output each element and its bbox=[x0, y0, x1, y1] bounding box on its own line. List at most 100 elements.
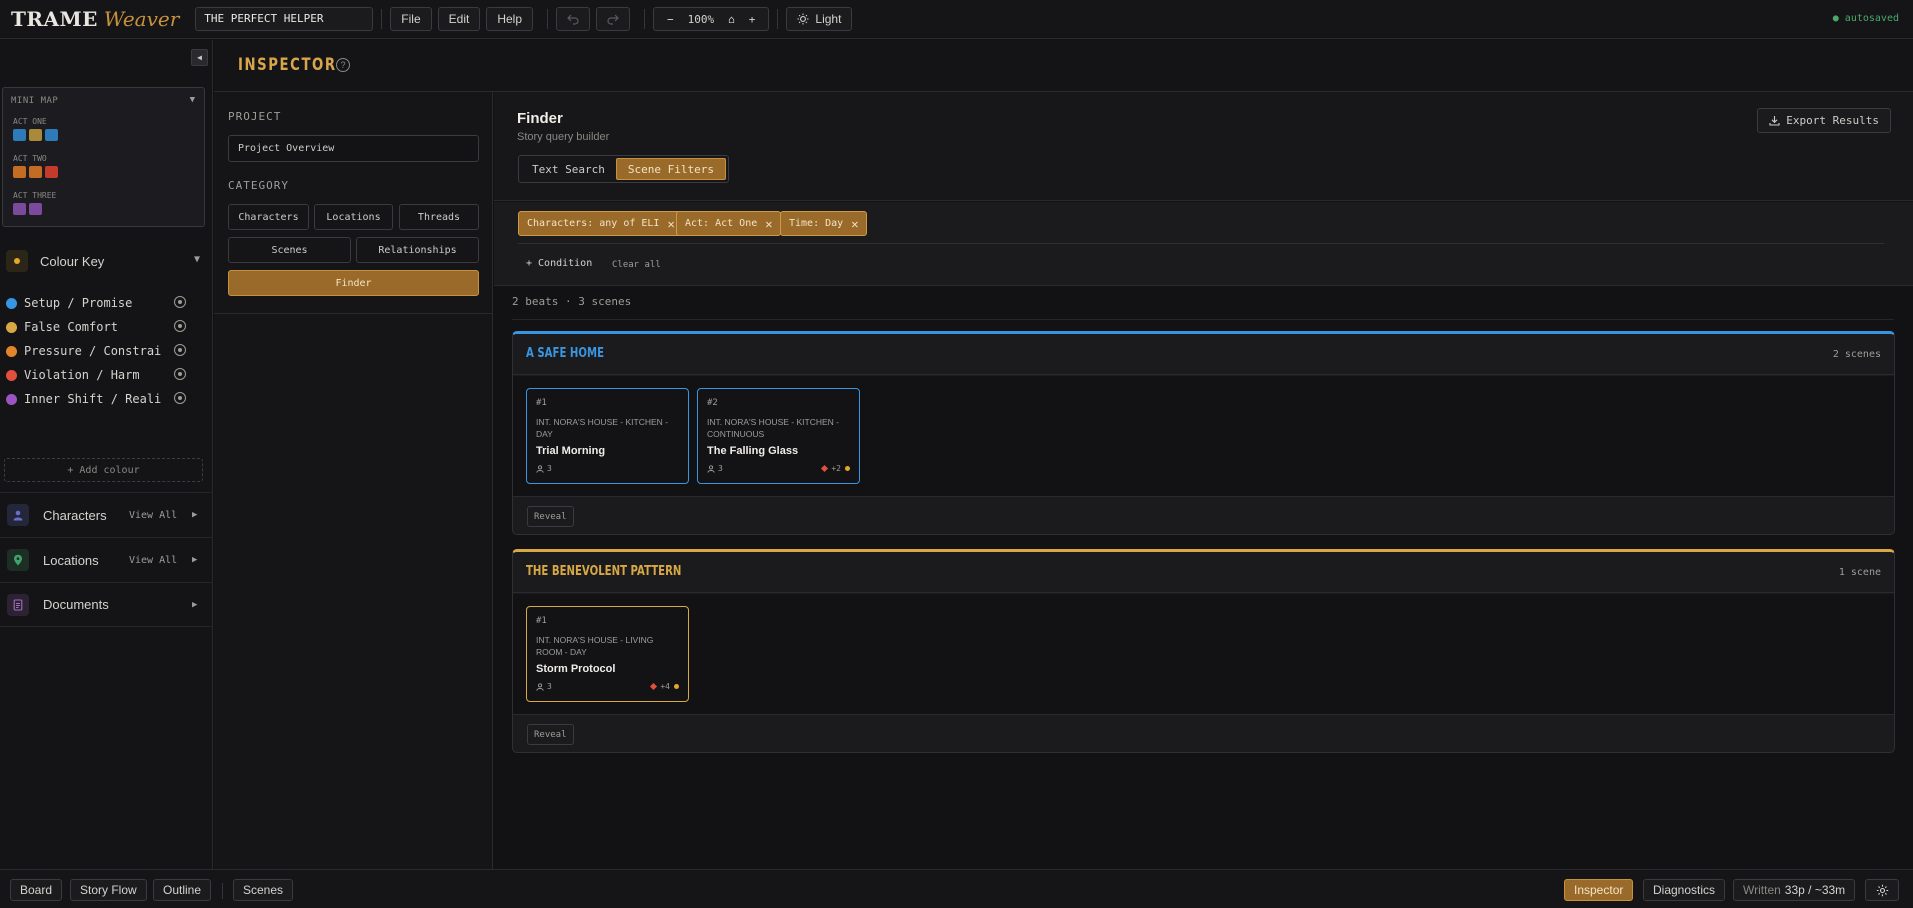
toolbar-divider bbox=[777, 9, 779, 29]
filter-chip[interactable]: Act: Act One ✕ bbox=[676, 211, 782, 236]
close-icon[interactable]: ✕ bbox=[765, 217, 772, 231]
board-view-button[interactable]: Board bbox=[10, 879, 63, 901]
visibility-toggle-icon[interactable] bbox=[174, 320, 186, 332]
filter-chip[interactable]: Time: Day ✕ bbox=[780, 211, 868, 236]
theme-toggle-button[interactable]: Light bbox=[786, 7, 853, 31]
app-logo-sub: Weaver bbox=[103, 7, 180, 31]
sidebar-section-documents[interactable]: Documents ▶ bbox=[0, 582, 213, 627]
scenes-view-button[interactable]: Scenes bbox=[233, 879, 294, 901]
clear-all-button[interactable]: Clear all bbox=[612, 260, 661, 270]
view-all-characters-link[interactable]: View All bbox=[129, 510, 177, 521]
text-search-tab[interactable]: Text Search bbox=[521, 158, 616, 180]
minimap-scene[interactable] bbox=[29, 166, 42, 178]
finder-subtitle: Story query builder bbox=[517, 131, 610, 143]
visibility-toggle-icon[interactable] bbox=[174, 296, 186, 308]
colour-key-item[interactable]: Pressure / Constraint bbox=[6, 342, 186, 360]
person-icon bbox=[7, 504, 29, 526]
sidebar-section-locations[interactable]: Locations View All ▶ bbox=[0, 537, 213, 582]
help-icon[interactable]: ? bbox=[336, 58, 350, 72]
inspector-view-button[interactable]: Inspector bbox=[1564, 879, 1634, 901]
colour-key-item[interactable]: Violation / Harm bbox=[6, 366, 186, 384]
export-results-label: Export Results bbox=[1786, 114, 1879, 127]
filter-chip[interactable]: Characters: any of ELI ✕ bbox=[518, 211, 684, 236]
zoom-level: 100% bbox=[687, 12, 715, 26]
zoom-home-button[interactable]: ⌂ bbox=[728, 13, 735, 26]
chevron-right-icon[interactable]: ▶ bbox=[192, 600, 197, 610]
category-threads-button[interactable]: Threads bbox=[399, 204, 479, 230]
outline-view-button[interactable]: Outline bbox=[153, 879, 212, 901]
beat-header[interactable]: A SAFE HOME 2 scenes bbox=[513, 334, 1894, 375]
toolbar-divider bbox=[381, 9, 383, 29]
reveal-button[interactable]: Reveal bbox=[527, 506, 574, 527]
chevron-down-icon[interactable]: ▼ bbox=[194, 254, 200, 265]
undo-button[interactable] bbox=[556, 7, 591, 31]
character-count: 3 bbox=[718, 464, 723, 473]
close-icon[interactable]: ✕ bbox=[667, 217, 674, 231]
zoom-in-button[interactable]: + bbox=[749, 13, 756, 26]
redo-button[interactable] bbox=[596, 7, 631, 31]
scene-card[interactable]: #1 INT. NORA'S HOUSE - LIVING ROOM - DAY… bbox=[526, 606, 689, 702]
chevron-right-icon[interactable]: ▶ bbox=[192, 510, 197, 520]
project-title-input[interactable]: THE PERFECT HELPER bbox=[195, 7, 374, 31]
scene-slugline: INT. NORA'S HOUSE - KITCHEN - CONTINUOUS bbox=[707, 417, 839, 439]
act-three-scenes bbox=[13, 203, 42, 215]
chevron-right-icon[interactable]: ▶ bbox=[192, 555, 197, 565]
active-filters: Characters: any of ELI ✕ Act: Act One ✕ … bbox=[494, 202, 1913, 286]
category-locations-button[interactable]: Locations bbox=[314, 204, 393, 230]
scene-card[interactable]: #1 INT. NORA'S HOUSE - KITCHEN - DAY Tri… bbox=[526, 388, 689, 484]
minimap-scene[interactable] bbox=[13, 166, 26, 178]
scene-character-count: 3 bbox=[536, 682, 552, 691]
collapse-sidebar-button[interactable]: ◀ bbox=[191, 49, 208, 66]
add-condition-button[interactable]: + Condition bbox=[526, 258, 592, 269]
view-all-locations-link[interactable]: View All bbox=[129, 555, 177, 566]
character-count: 3 bbox=[547, 464, 552, 473]
dot-icon bbox=[845, 466, 850, 471]
minimap-scene[interactable] bbox=[13, 129, 26, 141]
beat-header[interactable]: THE BENEVOLENT PATTERN 1 scene bbox=[513, 552, 1894, 593]
settings-button[interactable] bbox=[1865, 879, 1899, 901]
diagnostics-view-button[interactable]: Diagnostics bbox=[1643, 879, 1726, 901]
project-selector[interactable]: Project Overview bbox=[228, 135, 479, 162]
visibility-toggle-icon[interactable] bbox=[174, 368, 186, 380]
export-results-button[interactable]: Export Results bbox=[1757, 108, 1891, 133]
mini-map[interactable]: MINI MAP ▼ ACT ONE ACT TWO ACT THREE bbox=[2, 87, 205, 227]
visibility-toggle-icon[interactable] bbox=[174, 344, 186, 356]
scene-slugline: INT. NORA'S HOUSE - KITCHEN - DAY bbox=[536, 417, 668, 439]
minimap-scene[interactable] bbox=[45, 166, 58, 178]
act-label: ACT ONE bbox=[13, 117, 47, 126]
add-colour-button[interactable]: + Add colour bbox=[4, 458, 203, 482]
character-count: 3 bbox=[547, 682, 552, 691]
scene-card[interactable]: #2 INT. NORA'S HOUSE - KITCHEN - CONTINU… bbox=[697, 388, 860, 484]
category-finder-button[interactable]: Finder bbox=[228, 270, 479, 296]
edit-menu-button[interactable]: Edit bbox=[437, 7, 481, 31]
colour-key-item[interactable]: Setup / Promise bbox=[6, 294, 186, 312]
sidebar-section-label: Documents bbox=[43, 597, 109, 612]
mini-map-toggle[interactable]: ▼ bbox=[190, 95, 195, 105]
reveal-button[interactable]: Reveal bbox=[527, 724, 574, 745]
story-flow-view-button[interactable]: Story Flow bbox=[70, 879, 147, 901]
beat-scenes: #1 INT. NORA'S HOUSE - LIVING ROOM - DAY… bbox=[513, 594, 1894, 715]
zoom-out-button[interactable]: − bbox=[667, 13, 674, 26]
category-characters-button[interactable]: Characters bbox=[228, 204, 309, 230]
help-menu-button[interactable]: Help bbox=[486, 7, 534, 31]
category-scenes-button[interactable]: Scenes bbox=[228, 237, 351, 263]
results-summary: 2 beats · 3 scenes bbox=[512, 295, 632, 308]
colour-key-item[interactable]: Inner Shift / Realisation bbox=[6, 390, 186, 408]
colour-key-header[interactable]: Colour Key ▼ bbox=[6, 249, 206, 273]
colour-key-item[interactable]: False Comfort bbox=[6, 318, 186, 336]
inspector-header: INSPECTOR ? bbox=[214, 40, 1913, 92]
scene-filters-tab[interactable]: Scene Filters bbox=[615, 158, 726, 180]
minimap-scene[interactable] bbox=[13, 203, 26, 215]
file-menu-button[interactable]: File bbox=[390, 7, 432, 31]
visibility-toggle-icon[interactable] bbox=[174, 392, 186, 404]
minimap-scene[interactable] bbox=[29, 129, 42, 141]
theme-toggle-label: Light bbox=[815, 12, 842, 26]
act-label: ACT THREE bbox=[13, 191, 57, 200]
scene-tags: +4 bbox=[650, 682, 679, 691]
close-icon[interactable]: ✕ bbox=[851, 217, 858, 231]
minimap-scene[interactable] bbox=[45, 129, 58, 141]
minimap-scene[interactable] bbox=[29, 203, 42, 215]
category-relationships-button[interactable]: Relationships bbox=[356, 237, 479, 263]
diamond-icon bbox=[650, 682, 658, 691]
sidebar-section-characters[interactable]: Characters View All ▶ bbox=[0, 492, 213, 537]
